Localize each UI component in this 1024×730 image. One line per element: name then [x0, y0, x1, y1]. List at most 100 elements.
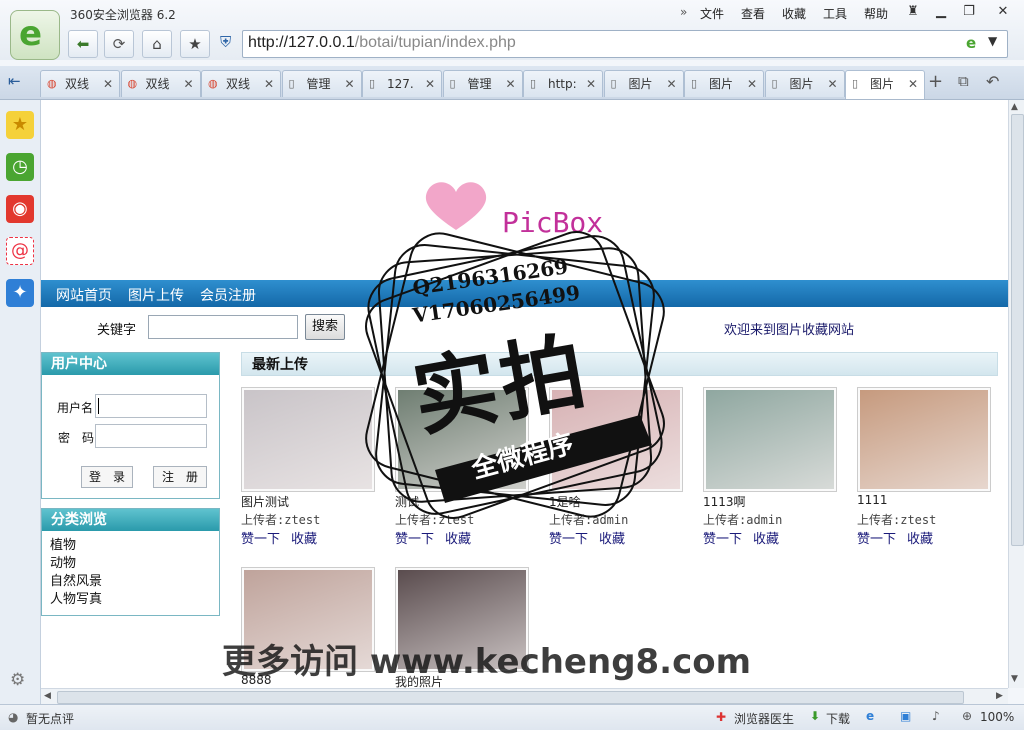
- collect-link[interactable]: 收藏: [291, 528, 317, 547]
- zoom-icon[interactable]: ⊕: [962, 709, 972, 723]
- horizontal-scrollbar[interactable]: ◀ ▶: [41, 688, 1008, 705]
- tab-close-icon[interactable]: ✕: [103, 71, 113, 97]
- photo-thumbnail[interactable]: [395, 387, 529, 492]
- favorites-star-icon[interactable]: ★: [6, 111, 34, 139]
- nav-upload-link[interactable]: 图片上传: [128, 285, 184, 305]
- photo-thumbnail[interactable]: [549, 387, 683, 492]
- menu-help[interactable]: 帮助: [864, 5, 888, 22]
- screen-icon[interactable]: ▣: [900, 709, 911, 723]
- tab-item[interactable]: ◍ 双线 ✕: [120, 70, 201, 97]
- photo-title[interactable]: 1111: [857, 493, 888, 507]
- download-icon[interactable]: ⬇: [810, 709, 820, 723]
- tab-close-icon[interactable]: ✕: [505, 71, 515, 97]
- download-link[interactable]: 下载: [826, 710, 850, 727]
- minimize-icon[interactable]: ▁: [930, 2, 952, 22]
- browser-doctor-link[interactable]: 浏览器医生: [734, 710, 794, 727]
- mail-icon[interactable]: @: [6, 237, 34, 265]
- browser-logo-icon[interactable]: e: [10, 10, 60, 60]
- search-input[interactable]: [148, 315, 298, 339]
- tab-item[interactable]: ◍ 双线 ✕: [201, 70, 281, 97]
- app-icon[interactable]: ✦: [6, 279, 34, 307]
- collect-link[interactable]: 收藏: [907, 528, 933, 547]
- photo-thumbnail[interactable]: [857, 387, 991, 492]
- address-text[interactable]: http://127.0.0.1/botai/tupian/index.php: [248, 34, 516, 52]
- tab-item[interactable]: ▯ 管理 ✕: [442, 70, 523, 97]
- like-link[interactable]: 赞一下: [857, 528, 896, 547]
- like-link[interactable]: 赞一下: [703, 528, 742, 547]
- tab-close-icon[interactable]: ✕: [908, 71, 918, 97]
- username-input[interactable]: [95, 394, 207, 418]
- tab-list-icon[interactable]: ⧉: [958, 72, 969, 90]
- photo-title[interactable]: 我的照片: [395, 673, 443, 688]
- tab-item[interactable]: ▯ 图片 ✕: [684, 70, 764, 97]
- menu-view[interactable]: 查看: [741, 5, 765, 22]
- tab-close-icon[interactable]: ✕: [747, 71, 757, 97]
- like-link[interactable]: 赞一下: [549, 528, 588, 547]
- tab-close-icon[interactable]: ✕: [264, 71, 274, 97]
- tab-close-icon[interactable]: ✕: [425, 71, 435, 97]
- tab-close-icon[interactable]: ✕: [183, 71, 193, 97]
- photo-title[interactable]: 1是啥: [549, 493, 581, 510]
- address-dropdown-icon[interactable]: ▼: [988, 34, 997, 48]
- menu-file[interactable]: 文件: [700, 5, 724, 22]
- volume-icon[interactable]: ♪: [932, 709, 940, 723]
- ie-icon[interactable]: e: [866, 709, 874, 723]
- photo-title[interactable]: 8888: [241, 673, 272, 687]
- tab-close-icon[interactable]: ✕: [586, 71, 596, 97]
- tab-close-icon[interactable]: ✕: [344, 71, 354, 97]
- photo-title[interactable]: 图片测试: [241, 493, 289, 510]
- like-link[interactable]: 赞一下: [241, 528, 280, 547]
- close-window-icon[interactable]: ✕: [992, 2, 1014, 22]
- photo-title[interactable]: 1113啊: [703, 493, 746, 510]
- tab-item[interactable]: ◍ 双线 ✕: [40, 70, 120, 97]
- new-tab-icon[interactable]: +: [928, 71, 943, 92]
- skin-icon[interactable]: ♜: [902, 2, 924, 22]
- doctor-icon[interactable]: ✚: [716, 710, 726, 724]
- vertical-scrollbar[interactable]: ▲ ▼: [1008, 100, 1024, 688]
- tab-item[interactable]: ▯ 图片 ✕: [845, 70, 925, 99]
- tab-close-icon[interactable]: ✕: [666, 71, 676, 97]
- tab-item[interactable]: ▯ 管理 ✕: [281, 70, 362, 97]
- category-animals[interactable]: 动物: [50, 555, 102, 573]
- comment-icon[interactable]: ◕: [8, 710, 18, 724]
- history-clock-icon[interactable]: ◷: [6, 153, 34, 181]
- collect-link[interactable]: 收藏: [445, 528, 471, 547]
- collect-link[interactable]: 收藏: [599, 528, 625, 547]
- photo-title[interactable]: 测试: [395, 493, 419, 510]
- category-portraits[interactable]: 人物写真: [50, 591, 102, 609]
- tab-item[interactable]: ▯ 127. ✕: [362, 70, 442, 97]
- search-button[interactable]: 搜索: [305, 314, 345, 340]
- ie-mode-icon[interactable]: e: [966, 34, 976, 52]
- tab-item[interactable]: ▯ 图片 ✕: [603, 70, 684, 97]
- zoom-level[interactable]: 100%: [980, 710, 1014, 724]
- menu-expand-icon[interactable]: »: [680, 5, 687, 19]
- undo-close-icon[interactable]: ↶: [986, 72, 999, 91]
- collect-link[interactable]: 收藏: [753, 528, 779, 547]
- status-comment-text[interactable]: 暂无点评: [26, 710, 74, 727]
- password-input[interactable]: [95, 424, 207, 448]
- restore-icon[interactable]: ❐: [958, 2, 980, 22]
- nav-register-link[interactable]: 会员注册: [200, 285, 256, 305]
- register-button[interactable]: 注 册: [153, 466, 207, 488]
- tab-item[interactable]: ▯ http: ✕: [523, 70, 603, 97]
- category-scenery[interactable]: 自然风景: [50, 573, 102, 591]
- shield-icon[interactable]: ⛨: [220, 33, 231, 51]
- photo-thumbnail[interactable]: [241, 387, 375, 492]
- category-plants[interactable]: 植物: [50, 537, 102, 555]
- nav-home-link[interactable]: 网站首页: [56, 285, 112, 305]
- tab-item[interactable]: ▯ 图片 ✕: [764, 70, 845, 97]
- back-button[interactable]: ⬅: [68, 30, 98, 58]
- settings-gear-icon[interactable]: ⚙: [10, 670, 25, 690]
- weibo-icon[interactable]: ◉: [6, 195, 34, 223]
- photo-thumbnail[interactable]: [241, 567, 375, 672]
- favorite-star-button[interactable]: ★: [180, 30, 210, 58]
- menu-tools[interactable]: 工具: [823, 5, 847, 22]
- photo-thumbnail[interactable]: [395, 567, 529, 672]
- sidebar-toggle-icon[interactable]: ⇤: [8, 72, 21, 90]
- login-button[interactable]: 登 录: [81, 466, 133, 488]
- home-button[interactable]: ⌂: [142, 30, 172, 58]
- photo-thumbnail[interactable]: [703, 387, 837, 492]
- refresh-button[interactable]: ⟳: [104, 30, 134, 58]
- tab-close-icon[interactable]: ✕: [827, 71, 837, 97]
- menu-favorites[interactable]: 收藏: [782, 5, 806, 22]
